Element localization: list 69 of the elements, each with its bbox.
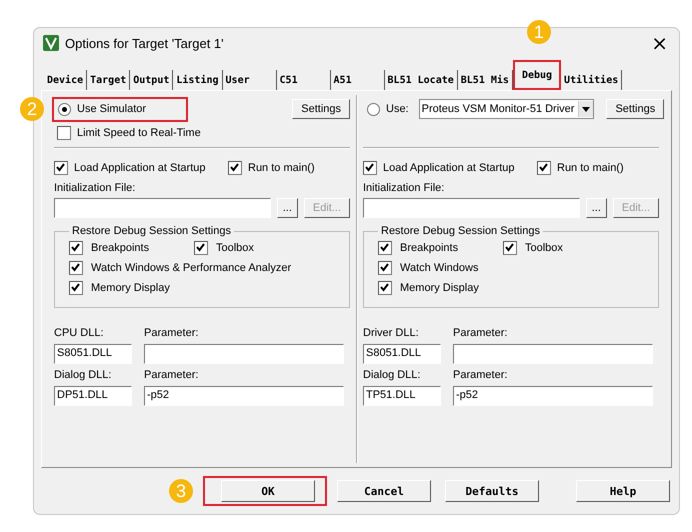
checkbox-label: Load Application at Startup [74,162,206,174]
radio-label: Use Simulator [77,103,146,115]
group-title: Restore Debug Session Settings [71,225,232,237]
checkbox-label: Toolbox [216,242,254,254]
field-label: Parameter: [144,368,200,383]
parameter-field[interactable]: -p52 [453,386,653,406]
tab[interactable]: Debug [512,60,562,90]
init-file-field[interactable] [54,198,271,218]
checkbox-label: Load Application at Startup [383,162,516,174]
callout-badge: 3 [169,479,193,503]
field-label: Initialization File: [54,181,136,196]
checkbox[interactable] [194,241,208,255]
parameter-field[interactable] [144,344,344,364]
browse-button[interactable]: ... [276,198,298,218]
field-label: Parameter: [453,326,508,341]
init-file-field[interactable] [363,198,580,218]
field-label: Parameter: [144,326,200,341]
field-label: Dialog DLL: [54,368,112,383]
dll-field[interactable]: S8051.DLL [363,344,441,364]
dialog-button[interactable]: Help [576,480,670,502]
app-icon [43,35,59,51]
checkbox-label: Breakpoints [91,242,150,254]
radio-label: Use: [386,103,409,115]
parameter-field[interactable]: -p52 [144,386,344,406]
checkbox[interactable] [378,261,392,275]
settings-button[interactable]: Settings [292,99,350,119]
checkbox[interactable] [503,241,517,255]
checkbox-label: Watch Windows [400,262,478,274]
callout-badge: 2 [20,97,44,121]
radio-button[interactable] [367,102,380,116]
checkbox[interactable] [228,161,242,175]
radio-button[interactable] [58,102,71,116]
checkbox[interactable] [54,161,68,175]
callout-badge: 1 [526,20,551,44]
close-button[interactable]: × [647,31,672,55]
checkbox-label: Memory Display [91,282,170,294]
checkbox-label: Watch Windows & Performance Analyzer [91,262,292,274]
dll-field[interactable]: TP51.DLL [363,386,441,406]
checkbox[interactable] [57,126,71,140]
dialog-button[interactable]: Cancel [337,480,431,502]
browse-button[interactable]: ... [586,198,607,218]
dll-field[interactable]: DP51.DLL [54,386,132,406]
tab[interactable]: A51 [330,70,385,90]
checkbox-label: Breakpoints [400,242,458,254]
checkbox-label: Run to main() [557,162,624,174]
checkbox[interactable] [69,241,83,255]
window-title: Options for Target 'Target 1' [65,36,224,50]
checkbox[interactable] [378,281,392,295]
checkbox-label: Run to main() [248,162,315,174]
checkbox-label: Memory Display [400,282,479,294]
field-label: Initialization File: [363,181,446,196]
checkbox-label: Limit Speed to Real-Time [77,127,201,139]
checkbox-label: Toolbox [525,242,563,254]
dll-field[interactable]: S8051.DLL [54,344,132,364]
settings-button[interactable]: Settings [606,99,664,119]
field-label: Driver DLL: [363,326,420,341]
checkbox[interactable] [69,261,83,275]
driver-dropdown[interactable]: Proteus VSM Monitor-51 Driver [418,99,594,119]
parameter-field[interactable] [453,344,653,364]
field-label: CPU DLL: [54,326,105,341]
dialog-button[interactable]: OK [221,480,315,502]
group-title: Restore Debug Session Settings [380,225,541,237]
checkbox[interactable] [69,281,83,295]
dialog-button[interactable]: Defaults [445,480,539,502]
checkbox[interactable] [378,241,392,255]
checkbox[interactable] [537,161,551,175]
field-label: Parameter: [453,368,508,383]
checkbox[interactable] [363,161,377,175]
field-label: Dialog DLL: [363,368,422,383]
